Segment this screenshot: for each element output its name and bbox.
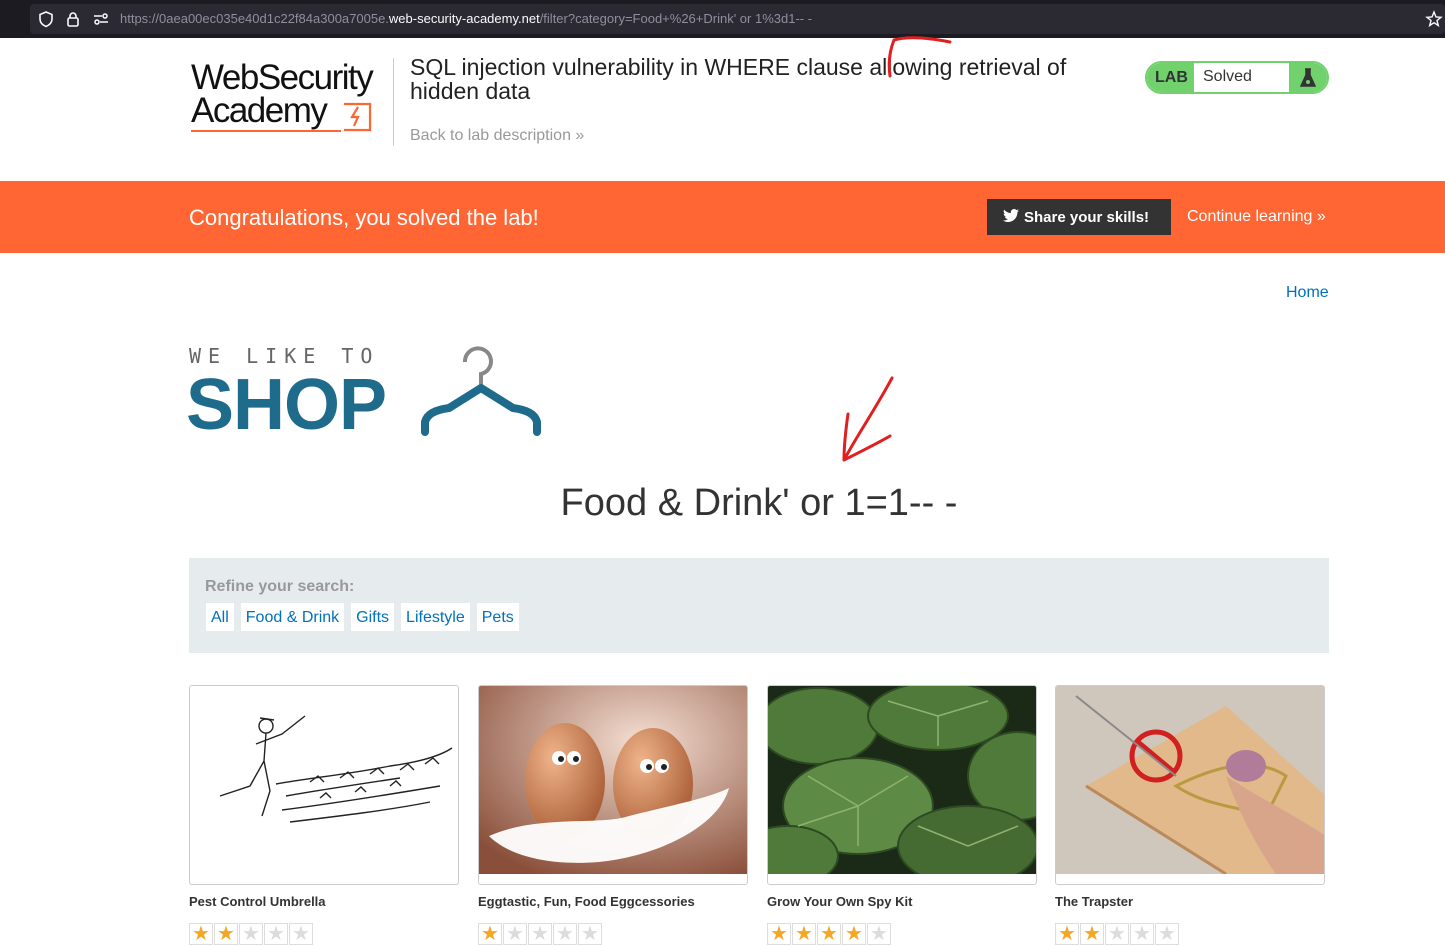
- star-icon: ★: [503, 923, 527, 945]
- congratulations-message: Congratulations, you solved the lab!: [189, 205, 539, 230]
- lock-icon[interactable]: [64, 10, 82, 28]
- filter-pets[interactable]: Pets: [475, 602, 520, 632]
- lightning-icon: [344, 102, 372, 132]
- url-text[interactable]: https://0aea00ec035e40d1c22f84a300a7005e…: [120, 11, 812, 26]
- star-icon: ★: [189, 923, 213, 945]
- academy-header: WebSecurity Academy SQL injection vulner…: [0, 38, 1445, 181]
- url-path: /filter?category=Food+%26+Drink' or 1%3d…: [539, 11, 813, 26]
- back-to-lab-link[interactable]: Back to lab description »: [410, 127, 584, 145]
- product-card[interactable]: Eggtastic, Fun, Food Eggcessories ★ ★ ★ ★ ★: [478, 685, 748, 947]
- star-icon: ★: [817, 923, 841, 945]
- twitter-icon: [1003, 209, 1019, 222]
- product-rating: ★ ★ ★ ★ ★: [478, 923, 603, 945]
- url-prefix: https://0aea00ec035e40d1c22f84a300a7005e…: [120, 11, 389, 26]
- star-icon: ★: [528, 923, 552, 945]
- star-icon: ★: [214, 923, 238, 945]
- continue-learning-link[interactable]: Continue learning »: [1187, 208, 1326, 226]
- product-card[interactable]: Grow Your Own Spy Kit ★ ★ ★ ★ ★: [767, 685, 1037, 947]
- bookmark-star-icon[interactable]: [1425, 10, 1443, 28]
- category-heading: Food & Drink' or 1=1-- -: [560, 482, 958, 524]
- product-rating: ★ ★ ★ ★ ★: [189, 923, 314, 945]
- star-icon: ★: [1080, 923, 1104, 945]
- share-skills-button[interactable]: Share your skills!: [987, 199, 1171, 235]
- shop-logo: WE LIKE TO SHOP: [186, 344, 549, 445]
- star-icon: ★: [1055, 923, 1079, 945]
- home-link[interactable]: Home: [1286, 284, 1329, 302]
- product-rating: ★ ★ ★ ★ ★: [1055, 923, 1180, 945]
- flask-icon: [1289, 63, 1327, 92]
- filter-food-drink[interactable]: Food & Drink: [239, 602, 346, 632]
- product-name[interactable]: The Trapster: [1055, 894, 1133, 909]
- star-icon: ★: [1105, 923, 1129, 945]
- star-icon: ★: [792, 923, 816, 945]
- product-card[interactable]: Pest Control Umbrella ★ ★ ★ ★ ★: [189, 685, 459, 947]
- star-icon: ★: [842, 923, 866, 945]
- lab-title: SQL injection vulnerability in WHERE cla…: [410, 54, 1067, 104]
- star-icon: ★: [264, 923, 288, 945]
- product-card[interactable]: The Trapster ★ ★ ★ ★ ★: [1055, 685, 1325, 947]
- product-name[interactable]: Eggtastic, Fun, Food Eggcessories: [478, 894, 695, 909]
- product-image[interactable]: [1055, 685, 1325, 885]
- url-domain: web-security-academy.net: [388, 11, 540, 26]
- lab-badge-label: LAB: [1147, 63, 1194, 92]
- star-icon: ★: [867, 923, 891, 945]
- product-name[interactable]: Grow Your Own Spy Kit: [767, 894, 912, 909]
- star-icon: ★: [767, 923, 791, 945]
- product-rating: ★ ★ ★ ★ ★: [767, 923, 892, 945]
- solved-banner: Congratulations, you solved the lab! Sha…: [0, 181, 1445, 253]
- star-icon: ★: [578, 923, 602, 945]
- lab-status-badge: LAB Solved: [1145, 61, 1329, 94]
- hanger-icon: [421, 346, 541, 436]
- annotation-arrow: [842, 376, 894, 462]
- academy-logo[interactable]: WebSecurity Academy: [191, 58, 391, 134]
- share-skills-label: Share your skills!: [1024, 208, 1150, 226]
- filter-gifts[interactable]: Gifts: [350, 602, 396, 632]
- shop-wordmark: SHOP: [186, 365, 387, 445]
- refine-search-panel: Refine your search: All Food & Drink Gif…: [189, 558, 1329, 653]
- permissions-icon[interactable]: [92, 10, 110, 28]
- product-image[interactable]: [189, 685, 459, 885]
- browser-toolbar: https://0aea00ec035e40d1c22f84a300a7005e…: [0, 0, 1445, 38]
- logo-underline: [191, 130, 341, 132]
- star-icon: ★: [289, 923, 313, 945]
- product-image[interactable]: [767, 685, 1037, 885]
- filter-lifestyle[interactable]: Lifestyle: [400, 602, 471, 632]
- star-icon: ★: [1130, 923, 1154, 945]
- star-icon: ★: [478, 923, 502, 945]
- refine-label: Refine your search:: [205, 578, 355, 595]
- star-icon: ★: [1155, 923, 1179, 945]
- logo-line2: Academy: [191, 91, 328, 130]
- category-filters: All Food & Drink Gifts Lifestyle Pets: [205, 602, 520, 632]
- product-grid: Pest Control Umbrella ★ ★ ★ ★ ★ Eggtastic, F…: [189, 685, 1329, 947]
- star-icon: ★: [239, 923, 263, 945]
- lab-badge-status: Solved: [1203, 68, 1252, 85]
- product-name[interactable]: Pest Control Umbrella: [189, 894, 326, 909]
- shield-icon[interactable]: [37, 10, 55, 28]
- star-icon: ★: [553, 923, 577, 945]
- filter-all[interactable]: All: [205, 602, 235, 632]
- product-image[interactable]: [478, 685, 748, 885]
- header-divider: [393, 58, 394, 146]
